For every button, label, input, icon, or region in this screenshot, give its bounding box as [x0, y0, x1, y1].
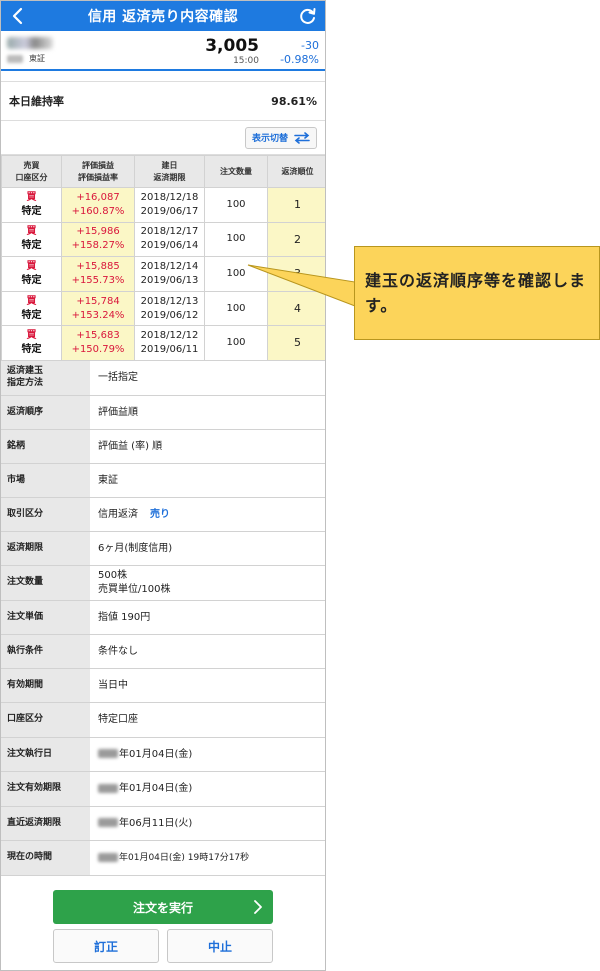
- stock-summary: 東証 3,005 15:00 -30 -0.98%: [1, 31, 325, 71]
- year-redacted: [98, 783, 118, 793]
- detail-method: 返済建玉 指定方法 一括指定: [1, 360, 325, 396]
- price-change-percent: -0.98%: [280, 53, 319, 66]
- stock-market: 東証: [29, 54, 45, 63]
- col-kind: 売買 口座区分: [1, 155, 62, 188]
- toggle-row: 表示切替: [1, 121, 325, 155]
- table-row: 買特定 +15,784 +153.24% 2018/12/13 2019/06/12…: [1, 290, 325, 327]
- order-details: 返済建玉 指定方法 一括指定 返済順序 評価益順 銘柄 評価益 (率) 順 市場 …: [1, 360, 325, 876]
- page-title: 信用 返済売り内容確認: [87, 9, 239, 25]
- refresh-icon: [300, 8, 316, 24]
- maintenance-label: 本日維持率: [9, 95, 64, 108]
- detail-term: 返済期限 6ヶ月(制度信用): [1, 531, 325, 566]
- detail-valid-until: 注文有効期限 年01月04日(金): [1, 771, 325, 807]
- detail-current-time: 現在の時間 年01月04日(金) 19時17分17秒: [1, 840, 325, 876]
- back-button[interactable]: [7, 5, 29, 27]
- phone-screen: 信用 返済売り内容確認 東証 3,005 15:00 -30 -0.98% 本日…: [0, 0, 326, 971]
- maintenance-rate-row: 本日維持率 98.61%: [1, 81, 325, 121]
- stock-price: 3,005: [205, 36, 259, 56]
- detail-condition: 執行条件 条件なし: [1, 634, 325, 669]
- detail-brand: 銘柄 評価益 (率) 順: [1, 429, 325, 464]
- detail-valid-period: 有効期間 当日中: [1, 668, 325, 703]
- detail-quantity: 注文数量 500株 売買単位/100株: [1, 565, 325, 601]
- col-dates: 建日 返済期限: [134, 155, 205, 188]
- col-qty: 注文数量: [204, 155, 268, 188]
- chevron-right-icon: [254, 900, 262, 914]
- year-redacted: [98, 749, 118, 759]
- chevron-left-icon: [12, 7, 23, 25]
- reload-button[interactable]: [297, 5, 319, 27]
- execute-order-label: 注文を実行: [132, 900, 193, 915]
- price-change: -30: [301, 39, 319, 52]
- stock-name-redacted: [7, 37, 53, 49]
- table-row: 買特定 +16,087 +160.87% 2018/12/18 2019/06/17…: [1, 187, 325, 223]
- revise-button[interactable]: 訂正: [53, 929, 159, 963]
- annotation-callout: 建玉の返済順序等を確認します。: [354, 246, 600, 340]
- toggle-label: 表示切替: [251, 134, 288, 144]
- price-time: 15:00: [233, 56, 259, 66]
- position-table: 売買 口座区分 評価損益 評価損益率 建日 返済期限 注文数量 返済順位 買特定 +1…: [1, 155, 325, 361]
- app-header: 信用 返済売り内容確認: [1, 1, 325, 31]
- year-redacted: [98, 818, 118, 828]
- detail-account: 口座区分 特定口座: [1, 702, 325, 738]
- detail-trade-type: 取引区分 信用返済 売り: [1, 497, 325, 532]
- cancel-button[interactable]: 中止: [167, 929, 273, 963]
- detail-nearest-due: 直近返済期限 年06月11日(火): [1, 806, 325, 841]
- col-pl: 評価損益 評価損益率: [61, 155, 135, 188]
- detail-order: 返済順序 評価益順: [1, 395, 325, 430]
- maintenance-value: 98.61%: [271, 94, 317, 108]
- table-row: 買特定 +15,885 +155.73% 2018/12/14 2019/06/13…: [1, 256, 325, 292]
- detail-market: 市場 東証: [1, 463, 325, 498]
- detail-price: 注文単価 指値 190円: [1, 600, 325, 635]
- table-header-row: 売買 口座区分 評価損益 評価損益率 建日 返済期限 注文数量 返済順位: [1, 155, 325, 188]
- sell-label: 売り: [150, 508, 170, 520]
- stock-code-redacted: [7, 55, 23, 63]
- display-toggle-button[interactable]: 表示切替: [244, 126, 317, 149]
- execute-order-button[interactable]: 注文を実行: [53, 890, 273, 924]
- table-row: 買特定 +15,986 +158.27% 2018/12/17 2019/06/14…: [1, 221, 325, 258]
- swap-arrows-icon: [294, 131, 310, 144]
- col-rank: 返済順位: [267, 155, 325, 188]
- detail-exec-date: 注文執行日 年01月04日(金): [1, 737, 325, 772]
- callout-text: 建玉の返済順序等を確認します。: [365, 271, 587, 315]
- table-row: 買特定 +15,683 +150.79% 2018/12/12 2019/06/11…: [1, 325, 325, 361]
- year-redacted: [98, 852, 118, 862]
